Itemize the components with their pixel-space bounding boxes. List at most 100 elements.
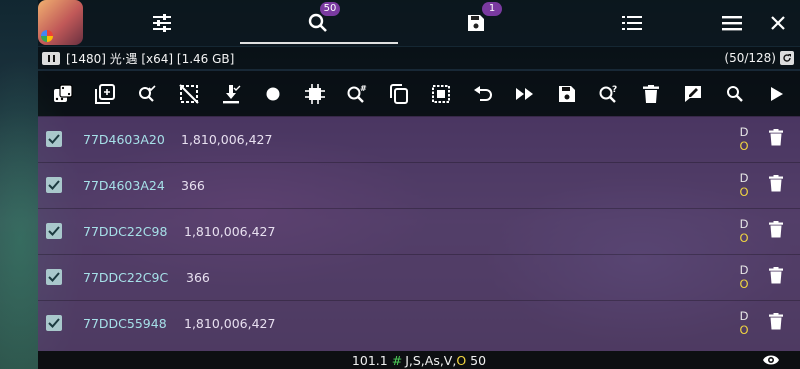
list-item[interactable]: 77DDC55948 1,810,006,427 DO (38, 300, 800, 345)
row-checkbox[interactable] (46, 131, 62, 147)
select-off-icon (179, 83, 199, 104)
tab-settings[interactable] (140, 6, 184, 40)
dice-icon (54, 83, 73, 102)
row-address: 77DDC22C9C (83, 269, 169, 285)
google-badge-icon (41, 30, 53, 42)
list-item[interactable]: 77DDC22C98 1,810,006,427 DO (38, 208, 800, 253)
bottom-status-bar: 101.1 # J,S,As,V, O 50 (38, 351, 800, 369)
list-item[interactable]: 77D4603A20 1,810,006,427 DO (38, 116, 800, 161)
close-button[interactable] (758, 6, 798, 40)
trash-icon (769, 220, 783, 237)
play-icon (771, 86, 783, 101)
row-delete-button[interactable] (769, 220, 783, 242)
menu-icon (722, 16, 742, 31)
game-edge (0, 0, 38, 369)
check-icon (48, 180, 60, 190)
copy-offset-icon (95, 83, 115, 104)
row-value[interactable]: 1,810,006,427 (181, 132, 272, 147)
eye-icon (763, 355, 779, 365)
save-icon (559, 85, 575, 102)
row-value[interactable]: 1,810,006,427 (184, 316, 275, 331)
copy-button[interactable] (378, 74, 420, 114)
trash-icon (769, 312, 783, 329)
save-icon (468, 15, 484, 31)
process-info: [1480] 光·遇 [x64] [1.46 GB] (66, 51, 235, 66)
row-flags: DO (739, 217, 749, 245)
record-button[interactable] (252, 74, 294, 114)
row-checkbox[interactable] (46, 223, 62, 239)
row-checkbox[interactable] (46, 315, 62, 331)
fast-forward-icon (516, 87, 533, 100)
row-flags: DO (739, 171, 749, 199)
edit-comment-icon (685, 85, 701, 102)
search-icon (727, 85, 743, 102)
row-flags: DO (739, 263, 749, 291)
search-number-button[interactable]: # (336, 74, 378, 114)
row-value[interactable]: 366 (186, 270, 210, 285)
check-icon (48, 318, 60, 328)
results-list: 77D4603A20 1,810,006,427 DO 77D4603A24 3… (38, 116, 800, 351)
svg-text:#: # (360, 84, 367, 93)
saved-count-badge: 1 (482, 2, 502, 16)
copy-icon (390, 83, 408, 104)
svg-text:?: ? (612, 85, 617, 95)
sliders-icon (153, 14, 171, 32)
edit-button[interactable] (672, 74, 714, 114)
hash-label: # (391, 352, 403, 368)
row-flags: DO (739, 125, 749, 153)
value-types-last: O (456, 352, 467, 368)
app-icon[interactable] (38, 0, 83, 45)
menu-button[interactable] (712, 6, 752, 40)
result-count: (50/128) (724, 51, 776, 65)
row-flags: DO (739, 309, 749, 337)
deselect-button[interactable] (168, 74, 210, 114)
row-address: 77D4603A24 (83, 177, 165, 193)
process-status-bar: [1480] 光·遇 [x64] [1.46 GB] (50/128) (38, 47, 800, 69)
row-checkbox[interactable] (46, 269, 62, 285)
search-button[interactable] (714, 74, 756, 114)
fast-forward-button[interactable] (504, 74, 546, 114)
close-icon (771, 16, 785, 30)
row-value[interactable]: 366 (181, 178, 205, 193)
undo-button[interactable] (462, 74, 504, 114)
pause-icon (47, 54, 50, 62)
select-all-button[interactable] (420, 74, 462, 114)
visibility-button[interactable] (762, 354, 780, 369)
check-icon (48, 134, 60, 144)
search-icon (308, 13, 327, 32)
row-delete-button[interactable] (769, 128, 783, 150)
refresh-icon (783, 54, 791, 62)
row-address: 77DDC22C98 (83, 223, 168, 239)
trash-icon (769, 174, 783, 191)
pause-button[interactable] (42, 51, 60, 65)
random-button[interactable] (42, 74, 84, 114)
action-toolbar: # ? (38, 71, 800, 116)
row-address: 77DDC55948 (83, 315, 167, 331)
search-question-icon: ? (599, 85, 617, 103)
circle-icon (266, 87, 280, 100)
row-delete-button[interactable] (769, 312, 783, 334)
chip-icon (305, 83, 325, 104)
row-value[interactable]: 1,810,006,427 (184, 224, 275, 239)
trash-icon (769, 266, 783, 283)
play-button[interactable] (756, 74, 798, 114)
row-checkbox[interactable] (46, 177, 62, 193)
tab-list[interactable] (610, 6, 654, 40)
import-checked-button[interactable] (210, 74, 252, 114)
value-types: J,S,As,V, (405, 352, 457, 368)
memory-region-button[interactable] (294, 74, 336, 114)
list-item[interactable]: 77DDC22C9C 366 DO (38, 254, 800, 299)
search-unknown-button[interactable]: ? (588, 74, 630, 114)
select-check-button[interactable] (126, 74, 168, 114)
bottom-count: 50 (470, 352, 487, 368)
refresh-button[interactable] (780, 51, 794, 65)
trash-icon (643, 84, 659, 103)
list-item[interactable]: 77D4603A24 366 DO (38, 162, 800, 207)
save-list-button[interactable] (546, 74, 588, 114)
search-hash-icon: # (347, 84, 367, 103)
row-address: 77D4603A20 (83, 131, 165, 147)
delete-button[interactable] (630, 74, 672, 114)
row-delete-button[interactable] (769, 174, 783, 196)
row-delete-button[interactable] (769, 266, 783, 288)
copy-offset-button[interactable] (84, 74, 126, 114)
